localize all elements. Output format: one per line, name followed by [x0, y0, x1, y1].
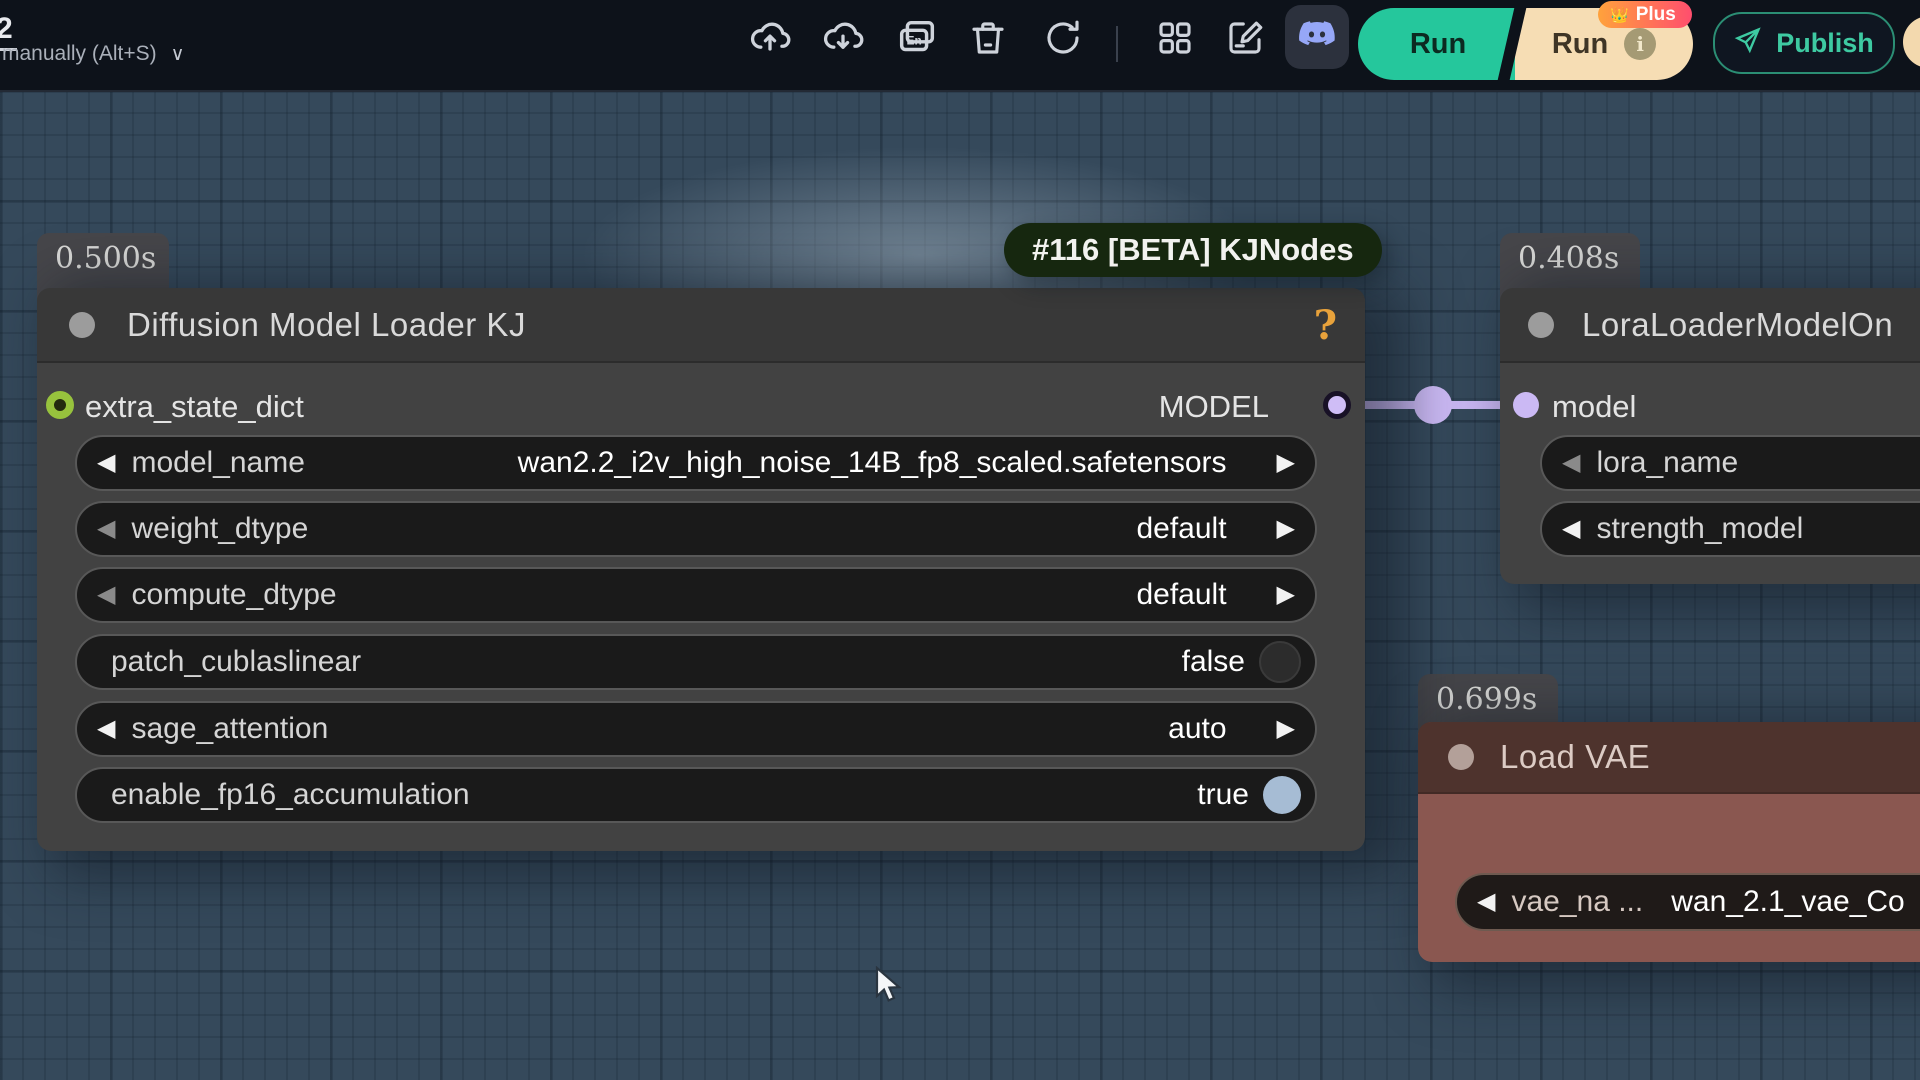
translate-button[interactable]: En	[894, 17, 940, 63]
widget-patch-cublaslinear[interactable]: patch_cublaslinear false	[75, 634, 1317, 690]
node-collapse-dot[interactable]	[1448, 744, 1474, 770]
widget-vae-name[interactable]: ◀ vae_na ... wan_2.1_vae_Co	[1455, 873, 1920, 931]
info-icon[interactable]: i	[1624, 28, 1656, 60]
node-header[interactable]: LoraLoaderModelOn	[1500, 288, 1920, 363]
next-arrow-icon[interactable]: ▶	[1277, 717, 1295, 741]
next-arrow-icon[interactable]: ▶	[1277, 583, 1295, 607]
clear-workflow-button[interactable]	[965, 17, 1011, 63]
save-mode-dropdown[interactable]: manually (Alt+S) ∨	[2, 42, 185, 66]
edit-icon	[1224, 17, 1266, 64]
widget-weight-dtype[interactable]: ◀ weight_dtype default ▶	[75, 501, 1317, 557]
run-button-label: Run	[1410, 28, 1466, 61]
widget-label: lora_name	[1596, 446, 1738, 480]
node-collapse-dot[interactable]	[1528, 312, 1554, 338]
widget-label: enable_fp16_accumulation	[111, 778, 470, 812]
widget-label: patch_cublaslinear	[111, 645, 361, 679]
input-slot-dot[interactable]	[46, 391, 74, 419]
node-collapse-dot[interactable]	[69, 312, 95, 338]
publish-label: Publish	[1776, 28, 1874, 59]
widget-compute-dtype[interactable]: ◀ compute_dtype default ▶	[75, 567, 1317, 623]
discord-icon	[1295, 13, 1339, 62]
prev-arrow-icon[interactable]: ◀	[1477, 890, 1495, 914]
cloud-download-icon	[821, 16, 865, 65]
publish-button[interactable]: Publish	[1713, 12, 1895, 74]
prev-arrow-icon[interactable]: ◀	[1562, 451, 1580, 475]
plus-badge: 👑 Plus	[1598, 1, 1692, 28]
crown-icon: 👑	[1610, 6, 1629, 24]
send-icon	[1734, 26, 1762, 61]
prev-arrow-icon[interactable]: ◀	[97, 583, 115, 607]
link-midpoint-dot[interactable]	[1414, 386, 1452, 424]
output-slot-label: MODEL	[1159, 389, 1269, 425]
node-title: Load VAE	[1500, 738, 1650, 776]
input-slot-dot[interactable]	[1513, 392, 1539, 418]
node-title: LoraLoaderModelOn	[1582, 306, 1893, 344]
widget-value: default	[1136, 512, 1226, 546]
node-load-vae[interactable]: Load VAE ◀ vae_na ... wan_2.1_vae_Co	[1418, 722, 1920, 962]
output-slot-dot[interactable]	[1323, 391, 1351, 419]
widget-enable-fp16-accumulation[interactable]: enable_fp16_accumulation true	[75, 767, 1317, 823]
edit-note-button[interactable]	[1222, 17, 1268, 63]
widget-value: false	[1182, 645, 1245, 679]
prev-arrow-icon[interactable]: ◀	[97, 451, 115, 475]
node-library-button[interactable]	[1152, 17, 1198, 63]
next-arrow-icon[interactable]: ▶	[1277, 451, 1295, 475]
prev-arrow-icon[interactable]: ◀	[97, 517, 115, 541]
widget-label: vae_na ...	[1511, 885, 1643, 919]
input-slot-label: model	[1552, 389, 1636, 425]
cloud-upload-button[interactable]	[747, 17, 793, 63]
help-icon[interactable]: ?	[1314, 302, 1337, 349]
widget-value: wan2.2_i2v_high_noise_14B_fp8_scaled.saf…	[518, 446, 1227, 480]
chevron-down-icon: ∨	[171, 43, 185, 66]
cloud-download-button[interactable]	[820, 17, 866, 63]
top-toolbar: 2 manually (Alt+S) ∨ En	[0, 0, 1920, 92]
node-lora-loader[interactable]: LoraLoaderModelOn model ◀ lora_name ◀ st…	[1500, 288, 1920, 584]
widget-value: wan_2.1_vae_Co	[1671, 885, 1905, 919]
widget-label: sage_attention	[131, 712, 328, 746]
widget-label: weight_dtype	[131, 512, 308, 546]
refresh-icon	[1042, 17, 1084, 64]
widget-lora-name[interactable]: ◀ lora_name	[1540, 435, 1920, 491]
plus-badge-label: Plus	[1636, 4, 1676, 26]
next-arrow-icon[interactable]: ▶	[1277, 517, 1295, 541]
widget-value: default	[1136, 578, 1226, 612]
mouse-cursor	[874, 966, 908, 1009]
run-button[interactable]: Run	[1358, 8, 1518, 80]
widget-label: model_name	[131, 446, 304, 480]
toolbar-divider	[1116, 26, 1118, 62]
trash-icon	[967, 17, 1009, 64]
node-source-badge: #116 [BETA] KJNodes	[1004, 223, 1382, 277]
widget-label: strength_model	[1596, 512, 1803, 546]
widget-model-name[interactable]: ◀ model_name wan2.2_i2v_high_noise_14B_f…	[75, 435, 1317, 491]
node-title: Diffusion Model Loader KJ	[127, 306, 526, 344]
grid-icon	[1154, 17, 1196, 64]
widget-value: auto	[1168, 712, 1226, 746]
input-slot-label: extra_state_dict	[85, 389, 304, 425]
discord-button[interactable]	[1285, 5, 1349, 69]
toggle-knob-on[interactable]	[1263, 776, 1301, 814]
translate-en-icon: En	[894, 15, 940, 66]
run-cloud-label: Run	[1552, 28, 1608, 61]
node-header[interactable]: Load VAE	[1418, 722, 1920, 794]
graph-canvas[interactable]: 0.500s 0.408s 0.699s #116 [BETA] KJNodes…	[0, 90, 1920, 1080]
prev-arrow-icon[interactable]: ◀	[1562, 517, 1580, 541]
node-diffusion-model-loader[interactable]: Diffusion Model Loader KJ ? extra_state_…	[37, 288, 1365, 851]
refresh-button[interactable]	[1040, 17, 1086, 63]
widget-sage-attention[interactable]: ◀ sage_attention auto ▶	[75, 701, 1317, 757]
widget-label: compute_dtype	[131, 578, 336, 612]
widget-value: true	[1197, 778, 1249, 812]
widget-strength-model[interactable]: ◀ strength_model	[1540, 501, 1920, 557]
svg-text:En: En	[907, 33, 922, 47]
cloud-upload-icon	[748, 16, 792, 65]
node-header[interactable]: Diffusion Model Loader KJ ?	[37, 288, 1365, 363]
save-mode-label: manually (Alt+S)	[2, 42, 157, 66]
avatar-partial[interactable]	[1903, 16, 1920, 68]
prev-arrow-icon[interactable]: ◀	[97, 717, 115, 741]
toggle-knob-off[interactable]	[1259, 641, 1301, 683]
